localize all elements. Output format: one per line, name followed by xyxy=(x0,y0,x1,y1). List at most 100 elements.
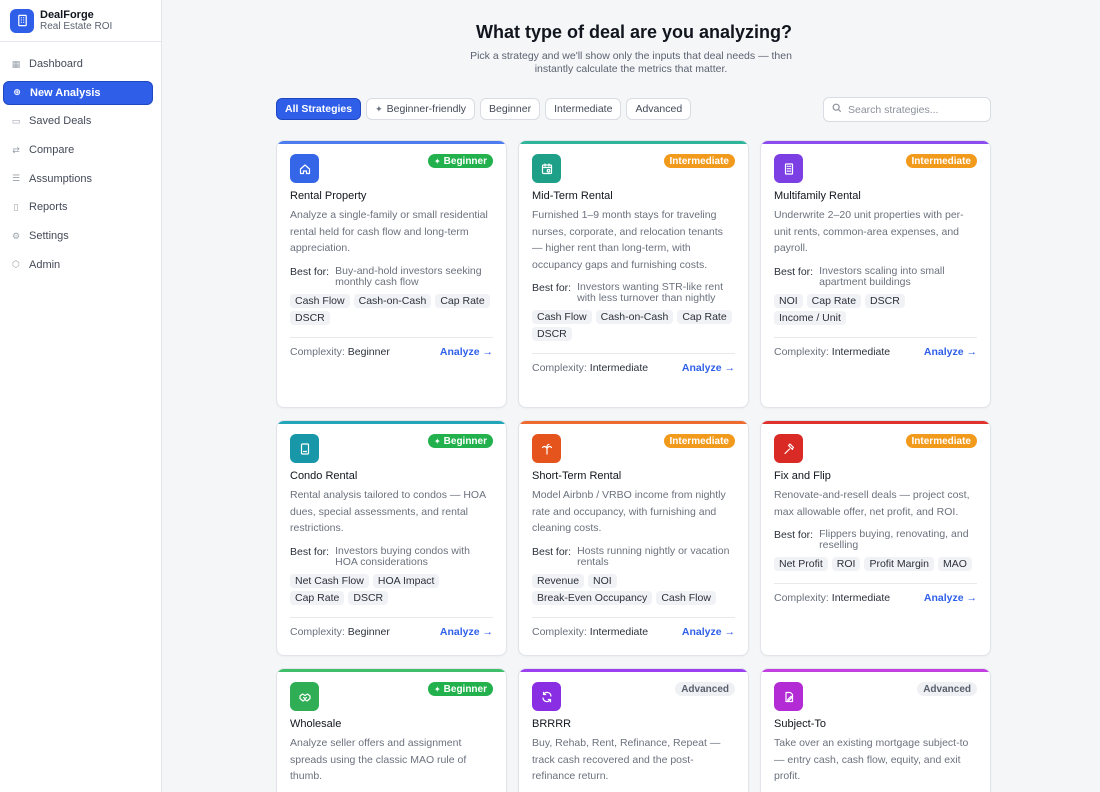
condo-icon xyxy=(290,434,319,463)
analyze-button[interactable]: Analyze → xyxy=(682,362,735,374)
strategy-card-mid-term-rental[interactable]: Intermediate Mid-Term Rental Furnished 1–9… xyxy=(518,140,749,408)
strategy-card-subject-to[interactable]: Advanced Subject-To Take over an existing … xyxy=(760,668,991,792)
analyze-button[interactable]: Analyze → xyxy=(682,626,735,638)
metric-tag: Cap Rate xyxy=(290,590,345,605)
sidebar-item-new-analysis[interactable]: ⊕ New Analysis xyxy=(3,80,153,105)
filter-chip-all-strategies[interactable]: All Strategies xyxy=(276,98,362,120)
sidebar-item-assumptions[interactable]: ☰ Assumptions xyxy=(3,167,153,191)
card-description: Model Airbnb / VRBO income from nightly … xyxy=(532,489,726,534)
metric-tag: DSCR xyxy=(532,327,572,341)
best-for: Best for: Investors wanting STR-like rent… xyxy=(532,282,735,304)
metric-tag: DSCR xyxy=(865,293,905,308)
strategy-card-rental-property[interactable]: ✦ Beginner Rental Property Analyze a single… xyxy=(276,140,507,408)
metric-tag: NOI xyxy=(588,573,617,588)
best-for-label: Best for: xyxy=(290,265,330,278)
filter-chip-intermediate[interactable]: Intermediate xyxy=(545,98,622,120)
card-title: Multifamily Rental xyxy=(774,190,861,202)
metric-tag: DSCR xyxy=(290,310,330,325)
handshake-icon xyxy=(290,682,319,711)
plus-circle-icon: ⊕ xyxy=(13,87,21,98)
filter-chip-advanced[interactable]: Advanced xyxy=(626,98,692,120)
sidebar-item-admin[interactable]: ⬡ Admin xyxy=(3,253,153,277)
analyze-button[interactable]: Analyze → xyxy=(440,626,493,638)
analyze-button[interactable]: Analyze → xyxy=(924,346,977,358)
badge-label: Beginner xyxy=(443,155,487,167)
card-footer: Complexity: Intermediate Analyze → xyxy=(774,336,977,366)
search-box[interactable] xyxy=(823,97,991,122)
strategy-card-brrrr[interactable]: Advanced BRRRR Buy, Rehab, Rent, Refinance… xyxy=(518,668,749,792)
card-body: Advanced Subject-To Take over an existing … xyxy=(761,672,990,785)
filter-chip-beginner[interactable]: Beginner xyxy=(480,98,541,120)
complexity-caption: Complexity: xyxy=(290,625,345,638)
brand-subtitle: Real Estate ROI xyxy=(40,20,113,32)
badge-label: Beginner xyxy=(443,435,487,447)
best-for: Best for: Hosts running nightly or vacati… xyxy=(532,544,735,568)
analyze-button[interactable]: Analyze → xyxy=(440,346,493,358)
sidebar-item-label: Reports xyxy=(29,201,68,214)
best-for-text: Buy-and-hold investors seeking monthly c… xyxy=(335,264,482,288)
sidebar-item-label: New Analysis xyxy=(30,86,101,99)
page-title: What type of deal are you analyzing? xyxy=(475,22,793,42)
complexity-value: Beginner xyxy=(347,345,390,358)
card-body: Intermediate Mid-Term Rental Furnished 1–9… xyxy=(519,144,748,382)
brand[interactable]: DealForge Real Estate ROI xyxy=(0,0,161,42)
strategy-card-condo-rental[interactable]: ✦ Beginner Condo Rental Rental analysis tai… xyxy=(276,420,507,656)
dashboard-icon: ▦ xyxy=(11,58,21,69)
sidebar-item-saved-deals[interactable]: ▭ Saved Deals xyxy=(3,109,153,133)
sidebar-item-dashboard[interactable]: ▦ Dashboard xyxy=(3,52,153,76)
strategy-card-multifamily-rental[interactable]: Intermediate Multifamily Rental Underwrite… xyxy=(760,140,991,408)
strategy-card-wholesale[interactable]: ✦ Beginner Wholesale Analyze seller offers … xyxy=(276,668,507,792)
filter-chip-beginner-friendly[interactable]: ✦ Beginner-friendly xyxy=(366,98,476,120)
card-footer: Complexity: Intermediate Analyze → xyxy=(532,353,735,382)
sliders-icon: ☰ xyxy=(11,173,21,184)
complexity-value: Intermediate xyxy=(831,592,891,604)
complexity-caption: Complexity: xyxy=(290,345,345,358)
card-title: Short-Term Rental xyxy=(532,470,622,482)
strategy-card-fix-and-flip[interactable]: Intermediate Fix and Flip Renovate-and-res… xyxy=(760,420,991,656)
complexity-caption: Complexity: xyxy=(774,345,829,358)
sidebar-nav: ▦ Dashboard ⊕ New Analysis ▭ Saved Deals ⇄ Comp… xyxy=(0,42,161,277)
complexity-value: Intermediate xyxy=(831,345,891,358)
card-title: Rental Property xyxy=(290,190,367,202)
analyze-button[interactable]: Analyze → xyxy=(924,592,977,604)
card-description: Analyze seller offers and assignment spr… xyxy=(290,737,467,782)
complexity-value: Intermediate xyxy=(589,625,649,638)
metric-tags: NOI Cap Rate DSCR Income / Unit xyxy=(774,293,977,325)
filter-chip-label: Advanced xyxy=(635,103,683,115)
complexity-caption: Complexity: xyxy=(774,592,829,604)
badge-label: Beginner xyxy=(443,683,487,695)
best-for: Best for: Flippers buying, renovating, an… xyxy=(774,529,977,551)
best-for-label: Best for: xyxy=(290,545,330,558)
sidebar-item-label: Dashboard xyxy=(29,58,83,70)
complexity-badge: Advanced xyxy=(675,682,735,696)
card-description: Buy, Rehab, Rent, Refinance, Repeat — tr… xyxy=(532,737,721,782)
search-input[interactable] xyxy=(848,103,978,116)
card-body: Intermediate Short-Term Rental Model Airbn… xyxy=(519,424,748,646)
metric-tag: Net Cash Flow xyxy=(290,573,369,588)
sidebar-item-reports[interactable]: ▯ Reports xyxy=(3,195,153,219)
best-for-text: Investors wanting STR-like rent with les… xyxy=(577,281,723,304)
metric-tag: DSCR xyxy=(348,590,389,605)
document-edit-icon xyxy=(774,682,803,711)
metric-tags: Net Cash Flow HOA Impact Cap Rate DSCR xyxy=(290,573,493,605)
complexity-label: Complexity: Beginner xyxy=(290,626,390,638)
card-title: Wholesale xyxy=(290,718,342,730)
best-for-text: Hosts running nightly or vacation rental… xyxy=(577,544,730,568)
brand-name: DealForge xyxy=(40,8,94,21)
sidebar-item-compare[interactable]: ⇄ Compare xyxy=(3,138,153,162)
sidebar-item-settings[interactable]: ⚙ Settings xyxy=(3,224,153,248)
card-title: Fix and Flip xyxy=(774,470,831,482)
strategy-card-short-term-rental[interactable]: Intermediate Short-Term Rental Model Airbn… xyxy=(518,420,749,656)
complexity-caption: Complexity: xyxy=(532,362,587,374)
metric-tag: Profit Margin xyxy=(864,557,934,571)
folder-icon: ▭ xyxy=(11,115,21,126)
best-for-text: Investors buying condos with HOA conside… xyxy=(335,544,470,568)
best-for: Best for: Investors buying condos with HO… xyxy=(290,544,493,568)
filter-chip-label: Intermediate xyxy=(554,103,613,115)
card-title: Mid-Term Rental xyxy=(532,190,613,202)
metric-tags: Net Profit ROI Profit Margin MAO xyxy=(774,557,977,571)
metric-tag: Cash Flow xyxy=(290,293,350,308)
badge-label: Intermediate xyxy=(669,155,729,167)
best-for-label: Best for: xyxy=(532,282,572,294)
metric-tag: Net Profit xyxy=(774,557,828,571)
